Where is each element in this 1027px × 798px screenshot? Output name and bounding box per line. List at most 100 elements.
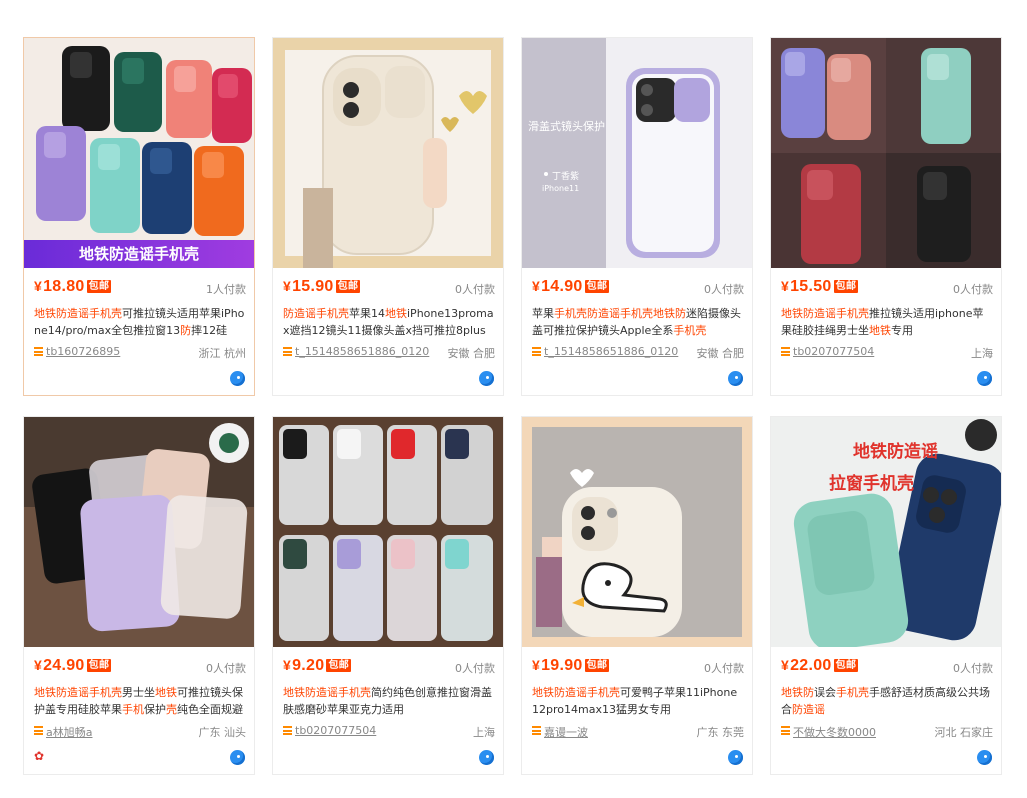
shop-icon — [283, 726, 292, 735]
title-keyword: 壳 — [166, 703, 177, 716]
shop-link[interactable]: t_1514858651886_0120 — [295, 345, 429, 358]
product-image[interactable] — [24, 417, 254, 647]
title-keyword: 地铁 — [869, 324, 891, 337]
shop-link[interactable]: t_1514858651886_0120 — [544, 345, 678, 358]
product-image[interactable]: 地铁防造谣 拉窗手机壳 — [771, 417, 1001, 647]
wangwang-chat-icon[interactable] — [728, 750, 743, 765]
wangwang-chat-icon[interactable] — [977, 371, 992, 386]
product-card[interactable]: 地铁防造谣手机壳 ¥18.80 包邮 1人付款 地铁防造谣手机壳可推拉镜头适用苹果… — [23, 37, 255, 396]
product-card[interactable]: ¥19.90 包邮 0人付款 地铁防造谣手机壳可爱鸭子苹果11iPhone12pr… — [521, 416, 753, 775]
title-keyword: 手机壳 — [673, 324, 707, 337]
shop-link[interactable]: 不做大冬数0000 — [793, 724, 876, 740]
product-card[interactable]: ¥15.90 包邮 0人付款 防造谣手机壳苹果14地铁iPhone13promax… — [272, 37, 504, 396]
wangwang-chat-icon[interactable] — [230, 371, 245, 386]
paid-count: 0人付款 — [455, 662, 495, 675]
location: 浙江 杭州 — [198, 347, 247, 360]
shop-icon — [532, 726, 541, 735]
paid-count: 0人付款 — [953, 283, 993, 296]
location: 安徽 合肥 — [696, 347, 745, 360]
shop-icon — [781, 347, 790, 356]
image-caption: 地铁防造谣 — [853, 442, 938, 462]
price-row: ¥19.90 包邮 0人付款 — [532, 657, 744, 679]
title-keyword: 地铁 — [155, 686, 177, 699]
wangwang-chat-icon[interactable] — [479, 750, 494, 765]
paid-count: 1人付款 — [206, 283, 246, 296]
shop-row: a林旭畅a 广东 汕头 — [34, 724, 247, 740]
shop-row: tb0207077504 上海 — [283, 724, 495, 739]
wangwang-chat-icon[interactable] — [479, 371, 494, 386]
price: ¥14.90 包邮 — [532, 278, 610, 295]
shop-icon — [34, 347, 43, 356]
title-keyword: 地铁防造谣手机壳 — [34, 686, 122, 699]
price-row: ¥15.50 包邮 0人付款 — [781, 278, 993, 300]
shop-icon — [34, 726, 43, 735]
price-row: ¥15.90 包邮 0人付款 — [283, 278, 495, 300]
product-title[interactable]: 苹果手机壳防造谣手机壳地铁防迷陷摄像头盖可推拉保护镜头Apple全系手机壳 — [532, 305, 744, 339]
location: 安徽 合肥 — [447, 347, 496, 360]
title-text: 男士坐 — [122, 686, 155, 699]
product-image[interactable]: 滑盖式镜头保护 丁香紫 iPhone11 — [522, 38, 752, 268]
price: ¥18.80 包邮 — [34, 278, 112, 295]
free-shipping-badge: 包邮 — [833, 659, 859, 672]
price: ¥19.90 包邮 — [532, 657, 610, 674]
shop-row: 不做大冬数0000 河北 石家庄 — [781, 724, 993, 740]
image-subcaption: 丁香紫 — [552, 172, 580, 182]
shop-row: t_1514858651886_0120 安徽 合肥 — [283, 345, 496, 360]
shop-link[interactable]: tb0207077504 — [295, 724, 376, 737]
title-keyword: 防 — [180, 324, 192, 337]
shop-link[interactable]: a林旭畅a — [46, 724, 92, 740]
product-image[interactable] — [771, 38, 1001, 268]
image-caption: 滑盖式镜头保护 — [528, 120, 605, 133]
product-title[interactable]: 地铁防造谣手机壳可爱鸭子苹果11iPhone12pro14max13猛男女专用 — [532, 684, 744, 718]
product-title[interactable]: 地铁防造谣手机壳简约纯色创意推拉窗滑盖肤感磨砂苹果亚克力适用 — [283, 684, 495, 718]
wangwang-chat-icon[interactable] — [728, 371, 743, 386]
price-row: ¥14.90 包邮 0人付款 — [532, 278, 744, 300]
product-title[interactable]: 防造谣手机壳苹果14地铁iPhone13promax遮挡12镜头11摄像头盖x挡… — [283, 305, 495, 339]
product-image[interactable] — [273, 417, 503, 647]
free-shipping-badge: 包邮 — [86, 280, 112, 293]
price: ¥15.90 包邮 — [283, 278, 361, 295]
shop-link[interactable]: tb0207077504 — [793, 345, 874, 358]
product-card[interactable]: ¥9.20 包邮 0人付款 地铁防造谣手机壳简约纯色创意推拉窗滑盖肤感磨砂苹果亚克… — [272, 416, 504, 775]
product-title[interactable]: 地铁防造谣手机壳推拉镜头适用iphone苹果硅胶挂绳男士坐地铁专用 — [781, 305, 993, 339]
title-text: 专用 — [891, 324, 913, 337]
title-text: 摔12硅 — [191, 324, 228, 337]
title-text: 误会 — [814, 686, 836, 699]
wangwang-chat-icon[interactable] — [977, 750, 992, 765]
title-keyword: 防造谣手机壳 — [283, 307, 349, 320]
price-row: ¥24.90 包邮 0人付款 — [34, 657, 246, 679]
image-subcaption: iPhone11 — [542, 184, 580, 193]
product-image[interactable] — [273, 38, 503, 268]
product-title[interactable]: 地铁防误会手机壳手感舒适材质高级公共场合防造谣 — [781, 684, 993, 718]
product-card[interactable]: 地铁防造谣 拉窗手机壳 ¥22.00 包邮 0人付款 地铁防误会手机壳手感舒适材质… — [770, 416, 1002, 775]
product-card[interactable]: ¥24.90 包邮 0人付款 地铁防造谣手机壳男士坐地铁可推拉镜头保护盖专用硅胶苹… — [23, 416, 255, 775]
paid-count: 0人付款 — [206, 662, 246, 675]
price-row: ¥22.00 包邮 0人付款 — [781, 657, 993, 679]
rose-icon: ✿ — [34, 749, 45, 763]
shop-link[interactable]: tb160726895 — [46, 345, 120, 358]
shop-row: 嘉谩一波 广东 东莞 — [532, 724, 744, 740]
shop-icon — [532, 347, 541, 356]
shop-link[interactable]: 嘉谩一波 — [544, 724, 588, 740]
title-keyword: 防造谣 — [792, 703, 825, 716]
title-keyword: 手机 — [122, 703, 144, 716]
free-shipping-badge: 包邮 — [335, 280, 361, 293]
product-card[interactable]: ¥15.50 包邮 0人付款 地铁防造谣手机壳推拉镜头适用iphone苹果硅胶挂绳… — [770, 37, 1002, 396]
location: 上海 — [971, 347, 993, 360]
product-card[interactable]: 滑盖式镜头保护 丁香紫 iPhone11 ¥14.90 包邮 0人付款 苹果手机壳… — [521, 37, 753, 396]
title-keyword: 地铁防 — [781, 686, 814, 699]
title-keyword: 地铁防造谣手机壳 — [283, 686, 371, 699]
paid-count: 0人付款 — [953, 662, 993, 675]
product-image[interactable] — [522, 417, 752, 647]
wangwang-chat-icon[interactable] — [230, 750, 245, 765]
price: ¥15.50 包邮 — [781, 278, 859, 295]
product-title[interactable]: 地铁防造谣手机壳可推拉镜头适用苹果iPhone14/pro/max全包推拉窗13… — [34, 305, 246, 339]
title-keyword: 地铁防造谣手机壳 — [34, 307, 122, 320]
free-shipping-badge: 包邮 — [86, 659, 112, 672]
title-keyword: 地铁 — [385, 307, 407, 320]
image-caption-line2: 拉窗手机壳 — [829, 474, 914, 494]
location: 广东 汕头 — [198, 726, 247, 739]
product-image[interactable]: 地铁防造谣手机壳 — [24, 38, 254, 268]
title-text: 苹果14 — [349, 307, 385, 320]
product-title[interactable]: 地铁防造谣手机壳男士坐地铁可推拉镜头保护盖专用硅胶苹果手机保护壳纯色全面规避 — [34, 684, 246, 718]
